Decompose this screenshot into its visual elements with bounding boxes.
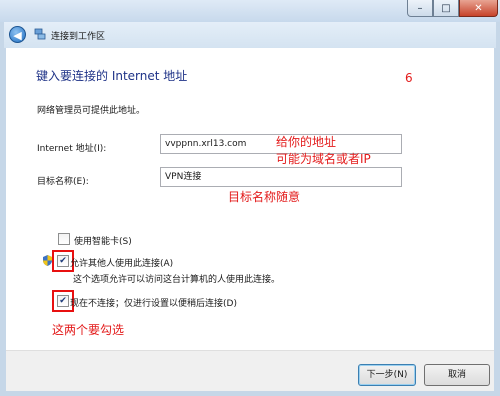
smartcard-checkbox[interactable] [58,233,70,245]
close-button[interactable]: ✕ [459,0,498,17]
address-annotation: 给你的地址 [276,135,337,149]
checkbox-annotation: 这两个要勾选 [52,323,125,337]
page-description: 网络管理员可提供此地址。 [37,106,146,116]
name-label: 目标名称(E): [37,177,89,187]
dont-connect-label: 现在不连接；仅进行设置以便稍后连接(D) [70,299,237,309]
footer-bar [6,350,494,391]
smartcard-label: 使用智能卡(S) [74,237,132,247]
dont-connect-checkbox[interactable]: ✔ [57,295,69,307]
allow-others-label: 允许其他人使用此连接(A) [70,259,174,269]
network-icon [34,28,46,40]
maximize-button[interactable]: □ [433,0,459,17]
cancel-button[interactable]: 取消 [424,364,490,386]
allow-others-checkbox[interactable]: ✔ [57,255,69,267]
destination-name-input[interactable]: VPN连接 [160,167,402,187]
allow-others-description: 这个选项允许可以访问这台计算机的人使用此连接。 [73,275,281,285]
back-button[interactable]: ◀ [9,26,26,43]
address-label: Internet 地址(I): [37,144,107,154]
page-heading: 键入要连接的 Internet 地址 [36,69,188,83]
name-annotation: 目标名称随意 [228,190,301,204]
step-number-annotation: 6 [405,71,413,85]
window-title: 连接到工作区 [51,32,106,42]
address-annotation-2: 可能为域名或者IP [276,152,371,166]
next-button[interactable]: 下一步(N) [358,364,416,386]
minimize-button[interactable]: – [407,0,433,17]
shield-icon [43,255,52,266]
